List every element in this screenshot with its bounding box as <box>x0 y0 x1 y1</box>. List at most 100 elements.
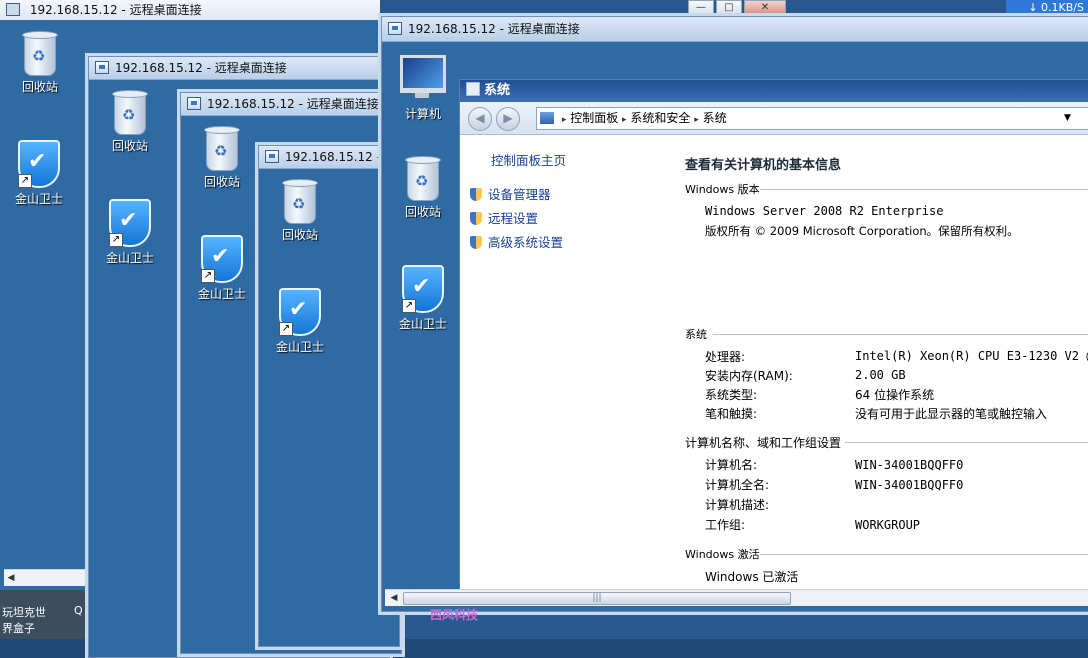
security-shortcut[interactable]: ↗ 金山卫士 <box>388 265 458 332</box>
scroll-left-arrow[interactable]: ◀ <box>4 570 18 586</box>
recycle-bin-label: 回收站 <box>404 205 441 219</box>
recycle-bin-icon <box>22 31 58 76</box>
recycle-bin-shortcut[interactable]: 回收站 <box>187 126 257 190</box>
system-section-title: 系统 <box>685 328 707 341</box>
recycle-bin-shortcut[interactable]: 回收站 <box>5 31 75 95</box>
address-bar: ◀ ▶ ▸ 控制面板 ▸ 系统和安全 ▸ 系统 ▼ <box>460 102 1088 135</box>
host-title-text: 192.168.15.12 - 远程桌面连接 <box>29 3 202 17</box>
device-manager-label: 设备管理器 <box>488 187 551 202</box>
security-label: 金山卫士 <box>398 317 447 331</box>
rdp-window-3-title: 192.168.15.12 - 远程桌面连接 <box>207 97 379 111</box>
ram-value: 2.00 GB <box>855 368 906 382</box>
recycle-bin-label: 回收站 <box>111 139 148 153</box>
computer-name-section-title: 计算机名称、域和工作组设置 <box>685 436 842 450</box>
full-computer-name-label: 计算机全名: <box>705 478 770 492</box>
section-divider <box>713 334 1088 335</box>
computer-name-label: 计算机名: <box>705 458 758 472</box>
shortcut-arrow-icon: ↗ <box>201 269 215 283</box>
breadcrumb-item-control-panel[interactable]: 控制面板 <box>570 111 618 125</box>
breadcrumb[interactable]: ▸ 控制面板 ▸ 系统和安全 ▸ 系统 ▼ <box>536 107 1088 130</box>
advanced-settings-link[interactable]: 高级系统设置 <box>470 232 563 251</box>
computer-icon <box>400 55 446 98</box>
recycle-bin-shortcut[interactable]: 回收站 <box>265 179 335 243</box>
host-titlebar[interactable]: 192.168.15.12 - 远程桌面连接 <box>0 0 380 20</box>
recycle-bin-shortcut[interactable]: 回收站 <box>95 90 165 154</box>
rdp-window-4-titlebar[interactable]: 192.168.15.12 - 远程桌面连接 <box>259 146 399 169</box>
shortcut-arrow-icon: ↗ <box>18 174 32 188</box>
computer-name-value: WIN-34001BQQFF0 <box>855 458 964 472</box>
system-window-title: 系统 <box>484 83 511 98</box>
security-label: 金山卫士 <box>14 192 63 206</box>
rdp-window-5-title: 192.168.15.12 - 远程桌面连接 <box>408 22 580 36</box>
breadcrumb-sep-icon: ▸ <box>622 115 627 125</box>
security-label: 金山卫士 <box>197 287 246 301</box>
workgroup-value: WORKGROUP <box>855 518 921 532</box>
shield-icon: ↗ <box>279 288 321 336</box>
download-arrow-icon: ↓ <box>1028 1 1042 14</box>
computer-shortcut[interactable]: 计算机 <box>388 55 458 122</box>
maximize-button[interactable]: □ <box>716 0 742 16</box>
taskbar-fragment-text-1: 玩坦克世 <box>2 606 46 619</box>
rdp-icon <box>388 22 402 35</box>
breadcrumb-item-system[interactable]: 系统 <box>703 111 727 125</box>
security-label: 金山卫士 <box>105 251 154 265</box>
rdp-window-2-titlebar[interactable]: 192.168.15.12 - 远程桌面连接 <box>89 57 389 80</box>
security-label: 金山卫士 <box>275 340 324 354</box>
recycle-bin-icon <box>405 156 441 201</box>
section-divider <box>845 442 1088 443</box>
taskbar-fragment-text-3: Q <box>74 604 83 617</box>
rdp-window-2-title: 192.168.15.12 - 远程桌面连接 <box>115 61 287 75</box>
recycle-bin-shortcut[interactable]: 回收站 <box>388 156 458 220</box>
system-icon <box>466 82 480 96</box>
uac-shield-icon <box>470 236 482 249</box>
system-window[interactable]: 系统 ◀ ▶ ▸ 控制面板 ▸ 系统和安全 ▸ 系统 ▼ 控制面板主页 设备管理… <box>459 79 1088 591</box>
breadcrumb-sep-icon: ▸ <box>561 115 567 125</box>
close-button[interactable]: ✕ <box>744 0 786 16</box>
network-speed-badge: ↓ 0.1KB/S <box>1006 0 1088 16</box>
recycle-bin-icon <box>282 179 318 224</box>
workgroup-label: 工作组: <box>705 518 746 532</box>
rdp-window-5-titlebar[interactable]: 192.168.15.12 - 远程桌面连接 <box>382 17 1088 42</box>
rdp-window-4[interactable]: 192.168.15.12 - 远程桌面连接 回收站 ↗ 金山卫士 <box>258 145 400 647</box>
breadcrumb-item-security[interactable]: 系统和安全 <box>630 111 690 125</box>
rdp-window-3-titlebar[interactable]: 192.168.15.12 - 远程桌面连接 <box>181 93 401 116</box>
copyright-text: 版权所有 © 2009 Microsoft Corporation。保留所有权利… <box>705 224 1019 238</box>
advanced-settings-label: 高级系统设置 <box>488 235 564 250</box>
edition-value: Windows Server 2008 R2 Enterprise <box>705 204 944 218</box>
recycle-bin-icon <box>112 90 148 135</box>
chevron-down-icon[interactable]: ▼ <box>1064 108 1071 129</box>
security-shortcut[interactable]: ↗ 金山卫士 <box>4 140 74 207</box>
recycle-bin-icon <box>204 126 240 171</box>
minimize-button[interactable]: — <box>688 0 714 16</box>
scrollbar-thumb[interactable]: ||| <box>403 592 791 605</box>
security-shortcut[interactable]: ↗ 金山卫士 <box>95 199 165 266</box>
security-shortcut[interactable]: ↗ 金山卫士 <box>187 235 257 302</box>
uac-shield-icon <box>470 188 482 201</box>
rdp-icon <box>187 97 201 110</box>
scroll-left-arrow[interactable]: ◀ <box>387 590 401 606</box>
system-type-label: 系统类型: <box>705 388 758 402</box>
page-title: 查看有关计算机的基本信息 <box>685 158 842 173</box>
shortcut-arrow-icon: ↗ <box>279 322 293 336</box>
system-window-titlebar[interactable]: 系统 <box>460 80 1088 102</box>
device-manager-link[interactable]: 设备管理器 <box>470 184 551 203</box>
recycle-bin-label: 回收站 <box>21 80 58 94</box>
taskbar-fragment[interactable]: 西风科技 <box>430 606 510 622</box>
edition-section-title: Windows 版本 <box>685 183 760 196</box>
processor-label: 处理器: <box>705 350 746 364</box>
taskbar-fragment[interactable]: 玩坦克世 界盒子 Q <box>0 590 86 639</box>
shield-icon: ↗ <box>18 140 60 188</box>
back-button[interactable]: ◀ <box>468 107 492 131</box>
forward-button[interactable]: ▶ <box>496 107 520 131</box>
system-type-value: 64 位操作系统 <box>855 388 935 402</box>
control-panel-home-link[interactable]: 控制面板主页 <box>491 150 566 169</box>
computer-description-label: 计算机描述: <box>705 498 770 512</box>
horizontal-scrollbar[interactable]: ◀ <box>4 569 88 586</box>
security-shortcut[interactable]: ↗ 金山卫士 <box>265 288 335 355</box>
section-divider <box>760 554 1088 555</box>
rdp-icon <box>265 150 279 163</box>
remote-settings-link[interactable]: 远程设置 <box>470 208 538 227</box>
rdp-icon <box>6 3 20 16</box>
horizontal-scrollbar[interactable]: ◀ ||| <box>385 589 1088 606</box>
taskbar-fragment-text-2: 界盒子 <box>2 622 35 635</box>
